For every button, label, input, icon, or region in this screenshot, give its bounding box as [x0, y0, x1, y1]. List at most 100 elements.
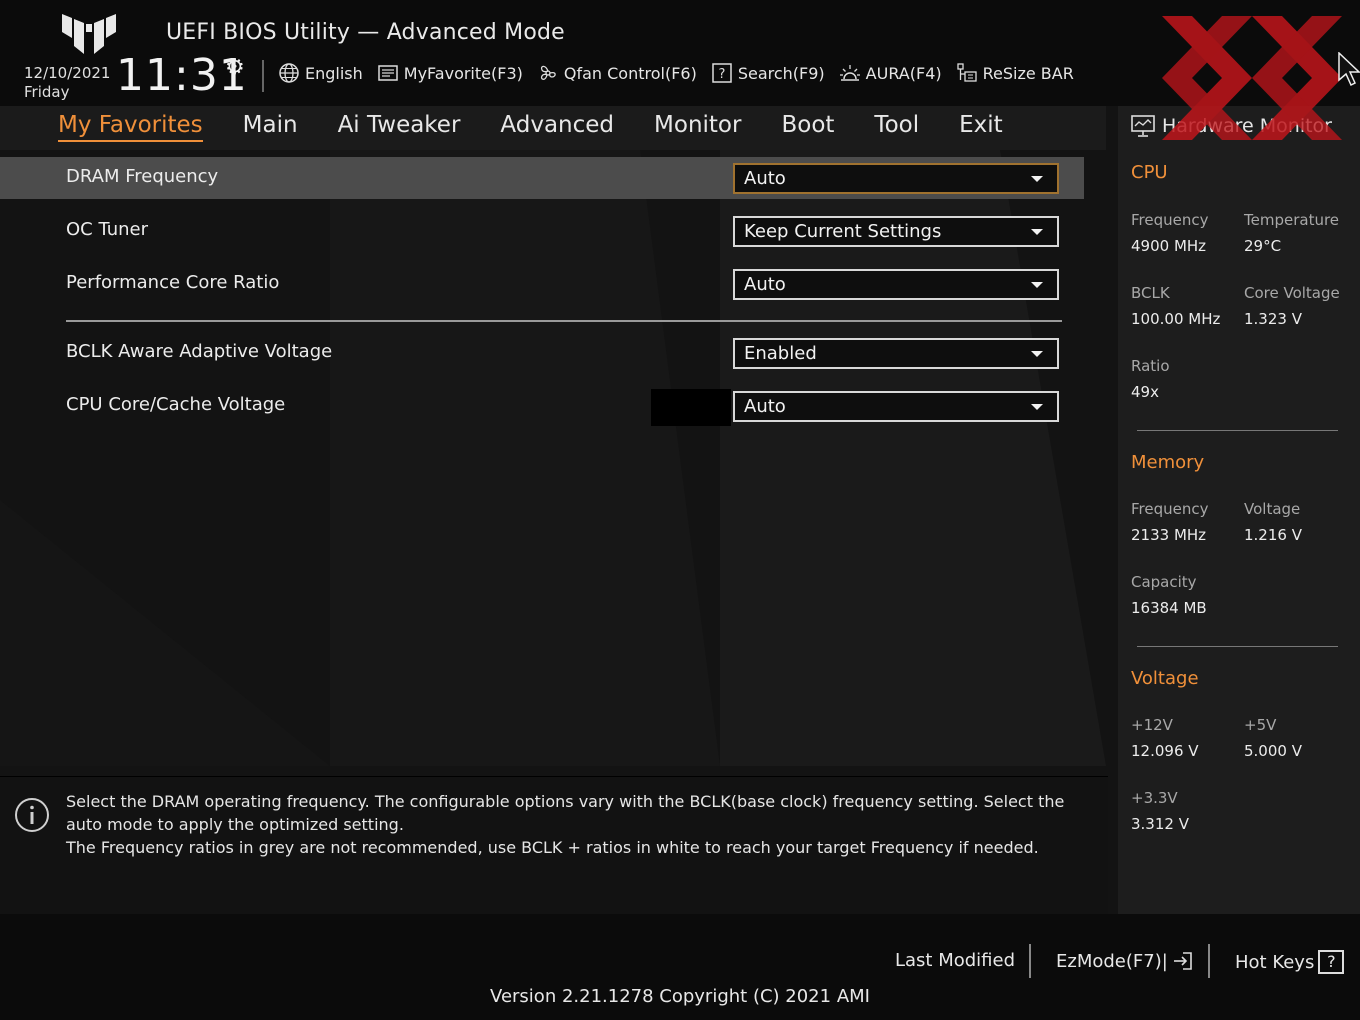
exit-arrow-icon — [1173, 952, 1192, 970]
search-icon: ? — [712, 63, 732, 83]
aura-button[interactable]: AURA(F4) — [839, 62, 942, 84]
cpu-bclk-value: 100.00 MHz — [1131, 310, 1221, 328]
language-label: English — [305, 63, 363, 83]
memory-voltage-value: 1.216 V — [1244, 526, 1302, 544]
cpu-section-divider — [1137, 430, 1338, 431]
resize-bar-button[interactable]: ReSize BAR — [956, 62, 1074, 84]
cpu-core-voltage-label: Core Voltage — [1244, 284, 1340, 302]
setting-row-cpu-core-cache-voltage[interactable]: CPU Core/Cache Voltage Auto — [0, 385, 1084, 427]
toolbar: English MyFavorite(F3) Qfan Control(F6) … — [278, 62, 1074, 84]
dram-frequency-dropdown[interactable]: Auto — [733, 163, 1059, 194]
caret-down-icon — [1031, 282, 1043, 288]
caret-down-icon — [1031, 351, 1043, 357]
caret-down-icon — [1031, 229, 1043, 235]
search-button[interactable]: ? Search(F9) — [711, 62, 825, 84]
help-line-2: The Frequency ratios in grey are not rec… — [66, 838, 1039, 857]
language-button[interactable]: English — [278, 62, 363, 84]
cpu-ratio-value: 49x — [1131, 383, 1159, 401]
cpu-bclk-label: BCLK — [1131, 284, 1170, 302]
dropdown-value: Keep Current Settings — [744, 221, 942, 242]
voltage-5v-value: 5.000 V — [1244, 742, 1302, 760]
dropdown-value: Enabled — [744, 343, 817, 364]
cpu-frequency-value: 4900 MHz — [1131, 237, 1207, 255]
bclk-aware-adaptive-voltage-dropdown[interactable]: Enabled — [733, 338, 1059, 369]
aura-label: AURA(F4) — [865, 63, 942, 83]
setting-label: BCLK Aware Adaptive Voltage — [66, 341, 333, 362]
dropdown-value: Auto — [744, 396, 786, 417]
cpu-frequency-label: Frequency — [1131, 211, 1209, 229]
cpu-core-cache-voltage-dropdown[interactable]: Auto — [733, 391, 1059, 422]
settings-divider — [66, 320, 1062, 322]
setting-label: OC Tuner — [66, 219, 149, 240]
setting-row-performance-core-ratio[interactable]: Performance Core Ratio Auto — [0, 263, 1084, 305]
info-icon — [15, 798, 49, 832]
performance-core-ratio-dropdown[interactable]: Auto — [733, 269, 1059, 300]
setting-label: DRAM Frequency — [66, 166, 219, 187]
mouse-cursor-icon — [1338, 52, 1360, 87]
tab-my-favorites[interactable]: My Favorites — [58, 112, 203, 142]
hot-keys-label: Hot Keys — [1235, 951, 1315, 973]
svg-text:?: ? — [718, 67, 725, 82]
tab-advanced[interactable]: Advanced — [500, 112, 614, 142]
cpu-temperature-label: Temperature — [1244, 211, 1340, 229]
date-display: 12/10/2021 Friday — [24, 64, 110, 102]
hot-keys-button[interactable]: Hot Keys ? — [1235, 950, 1345, 974]
hardware-monitor-panel: Hardware Monitor CPU Frequency Temperatu… — [1118, 106, 1360, 914]
setting-label: Performance Core Ratio — [66, 272, 280, 293]
help-text: Select the DRAM operating frequency. The… — [66, 790, 1076, 859]
voltage-12v-value: 12.096 V — [1131, 742, 1199, 760]
memory-section-divider — [1137, 646, 1338, 647]
xx-watermark-icon — [1162, 16, 1342, 140]
tab-boot[interactable]: Boot — [781, 112, 834, 142]
favorite-icon — [378, 65, 398, 81]
last-modified-label: Last Modified — [895, 950, 1016, 971]
footer-bar: Last Modified EzMode(F7)| Hot Keys ? Ver… — [0, 914, 1360, 1020]
setting-row-bclk-aware-adaptive-voltage[interactable]: BCLK Aware Adaptive Voltage Enabled — [0, 332, 1084, 374]
app-title: UEFI BIOS Utility — Advanced Mode — [166, 20, 565, 45]
version-text: Version 2.21.1278 Copyright (C) 2021 AMI — [490, 986, 870, 1007]
gear-icon[interactable]: ⚙ — [225, 55, 245, 80]
tab-ai-tweaker[interactable]: Ai Tweaker — [338, 112, 461, 142]
caret-down-icon — [1031, 176, 1043, 182]
footer-divider — [1208, 944, 1210, 978]
memory-voltage-label: Voltage — [1244, 500, 1301, 518]
voltage-5v-label: +5V — [1244, 716, 1277, 734]
dropdown-value: Auto — [744, 274, 786, 295]
question-icon: ? — [1318, 950, 1345, 974]
cpu-heading: CPU — [1131, 162, 1168, 183]
dropdown-value: Auto — [744, 168, 786, 189]
footer-divider — [1029, 944, 1031, 978]
tab-exit[interactable]: Exit — [959, 112, 1003, 142]
memory-heading: Memory — [1131, 452, 1205, 473]
help-line-1: Select the DRAM operating frequency. The… — [66, 792, 1065, 834]
voltage-3v3-value: 3.312 V — [1131, 815, 1189, 833]
tab-tool[interactable]: Tool — [874, 112, 919, 142]
myfavorite-button[interactable]: MyFavorite(F3) — [377, 62, 523, 84]
cpu-temperature-value: 29°C — [1244, 237, 1282, 255]
voltage-12v-label: +12V — [1131, 716, 1173, 734]
setting-row-dram-frequency[interactable]: DRAM Frequency Auto — [0, 157, 1084, 199]
tab-monitor[interactable]: Monitor — [654, 112, 741, 142]
oc-tuner-dropdown[interactable]: Keep Current Settings — [733, 216, 1059, 247]
fan-icon — [540, 65, 556, 80]
setting-label: CPU Core/Cache Voltage — [66, 394, 286, 415]
aura-icon — [839, 65, 860, 81]
main-menu-bar: My Favorites Main Ai Tweaker Advanced Mo… — [0, 106, 1106, 150]
memory-capacity-value: 16384 MB — [1131, 599, 1207, 617]
cpu-core-voltage-value: 1.323 V — [1244, 310, 1302, 328]
myfavorite-label: MyFavorite(F3) — [403, 63, 523, 83]
header-divider — [262, 60, 264, 92]
last-modified-button[interactable]: Last Modified — [895, 950, 1015, 971]
globe-icon — [279, 63, 299, 83]
monitor-icon — [1131, 115, 1155, 137]
ezmode-label: EzMode(F7)| — [1056, 950, 1168, 972]
tuf-logo-icon — [62, 14, 116, 54]
voltage-heading: Voltage — [1131, 668, 1199, 689]
settings-panel: DRAM Frequency Auto OC Tuner Keep Curren… — [0, 150, 1106, 766]
day-text: Friday — [24, 83, 70, 101]
setting-row-oc-tuner[interactable]: OC Tuner Keep Current Settings — [0, 210, 1084, 252]
qfan-control-label: Qfan Control(F6) — [563, 63, 697, 83]
tab-main[interactable]: Main — [243, 112, 298, 142]
ezmode-button[interactable]: EzMode(F7)| — [1056, 950, 1194, 972]
qfan-control-button[interactable]: Qfan Control(F6) — [537, 62, 697, 84]
